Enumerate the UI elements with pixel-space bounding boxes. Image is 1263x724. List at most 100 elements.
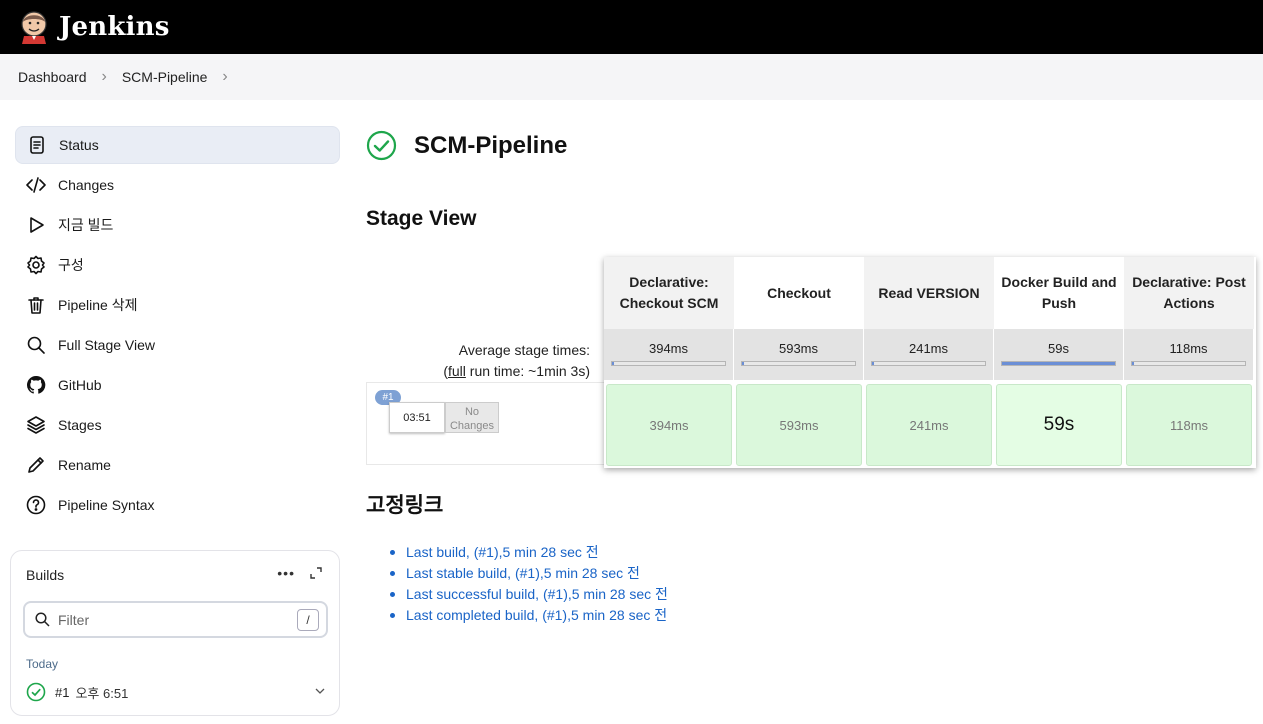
stage-average: 59s — [994, 329, 1124, 380]
stage-average-bar — [1131, 361, 1246, 366]
jenkins-logo-icon — [21, 11, 47, 44]
sidebar-item-label: Full Stage View — [58, 337, 156, 353]
list-item: Last completed build, (#1),5 min 28 sec … — [390, 605, 668, 626]
stage-column: Declarative: Checkout SCM — [604, 257, 734, 329]
sidebar-item-label: Rename — [58, 457, 111, 473]
stage-average-bar-fill — [1002, 362, 1115, 365]
stage-header: Declarative: Checkout SCM — [604, 257, 734, 329]
sidebar-item-label: GitHub — [58, 377, 102, 393]
stage-column: Docker Build and Push — [994, 257, 1124, 329]
stage-average-bar-fill — [872, 362, 875, 365]
shortcut-hint: / — [297, 609, 319, 631]
sidebar-item-delete-pipeline[interactable]: Pipeline 삭제 — [15, 286, 340, 324]
sidebar-item-build-now[interactable]: 지금 빌드 — [15, 206, 340, 244]
expand-icon[interactable] — [309, 566, 323, 580]
sidebar-item-label: 구성 — [58, 257, 84, 273]
stage-average-bar-fill — [612, 362, 615, 365]
avg-label-runtime: run time: ~1min 3s) — [465, 363, 590, 379]
stage-result-cell[interactable]: 59s — [996, 384, 1122, 466]
stage-average-bar-fill — [742, 362, 745, 365]
stage-average: 394ms — [604, 329, 734, 380]
list-item: Last build, (#1),5 min 28 sec 전 — [390, 542, 668, 563]
full-run-link[interactable]: full — [448, 363, 466, 379]
list-item: Last successful build, (#1),5 min 28 sec… — [390, 584, 668, 605]
stage-average-bar-fill — [1132, 362, 1135, 365]
play-icon — [25, 214, 47, 236]
chevron-right-icon: › — [101, 68, 107, 85]
breadcrumb-dashboard[interactable]: Dashboard — [18, 69, 87, 85]
search-icon — [35, 612, 50, 627]
sidebar-item-label: Changes — [58, 177, 115, 193]
sidebar: Status Changes 지금 빌드 구성 Pipeline 삭제 Full… — [15, 126, 340, 526]
stage-column: Declarative: Post Actions — [1124, 257, 1254, 329]
list-item: Last stable build, (#1),5 min 28 sec 전 — [390, 563, 668, 584]
help-icon — [25, 494, 47, 516]
stage-column: Checkout — [734, 257, 864, 329]
sidebar-item-label: Pipeline 삭제 — [58, 297, 138, 313]
stage-result-cell[interactable]: 118ms — [1126, 384, 1252, 466]
layers-icon — [25, 414, 47, 436]
sidebar-item-label: Status — [59, 137, 99, 153]
build-row[interactable]: #1 오후 6:51 — [26, 681, 326, 703]
stage-table: Declarative: Checkout SCM Checkout Read … — [604, 257, 1256, 468]
breadcrumb-scm-pipeline[interactable]: SCM-Pipeline — [122, 69, 208, 85]
search-icon — [25, 334, 47, 356]
success-icon — [26, 682, 46, 702]
gear-icon — [25, 254, 47, 276]
avg-label-line1: Average stage times: — [458, 342, 590, 358]
permalinks-list: Last build, (#1),5 min 28 sec 전 Last sta… — [390, 542, 668, 626]
sidebar-item-stages[interactable]: Stages — [15, 406, 340, 444]
stage-average-value: 241ms — [908, 341, 949, 356]
sidebar-item-status[interactable]: Status — [15, 126, 340, 164]
home-link[interactable]: Jenkins — [18, 10, 170, 44]
stage-average: 593ms — [734, 329, 864, 380]
github-icon — [25, 374, 47, 396]
permalink-last-successful-build[interactable]: Last successful build, (#1),5 min 28 sec… — [406, 586, 668, 602]
permalink-last-completed-build[interactable]: Last completed build, (#1),5 min 28 sec … — [406, 607, 667, 623]
stage-header: Checkout — [767, 284, 831, 301]
code-icon — [25, 174, 47, 196]
stage-average-bar — [1001, 361, 1116, 366]
average-stage-times-label: Average stage times: (full run time: ~1m… — [366, 340, 590, 382]
trash-icon — [25, 294, 47, 316]
chevron-down-icon[interactable] — [314, 685, 326, 697]
stage-average-bar — [741, 361, 856, 366]
stage-average-value: 59s — [1048, 341, 1069, 356]
stage-result-cell[interactable]: 394ms — [606, 384, 732, 466]
stage-average-bar — [871, 361, 986, 366]
stage-average-value: 593ms — [778, 341, 819, 356]
stage-result-cell[interactable]: 241ms — [866, 384, 992, 466]
sidebar-item-full-stage-view[interactable]: Full Stage View — [15, 326, 340, 364]
run-time: 03:51 — [389, 402, 445, 433]
sidebar-item-rename[interactable]: Rename — [15, 446, 340, 484]
more-options-icon[interactable]: ••• — [277, 565, 295, 581]
builds-title: Builds — [26, 567, 65, 583]
stage-result-cell[interactable]: 593ms — [736, 384, 862, 466]
stage-average-bar — [611, 361, 726, 366]
build-time: 오후 6:51 — [75, 685, 129, 701]
run-changes: No Changes — [445, 402, 499, 433]
permalink-last-build[interactable]: Last build, (#1),5 min 28 sec 전 — [406, 544, 599, 560]
stage-header: Docker Build and Push — [1001, 274, 1117, 311]
sidebar-item-github[interactable]: GitHub — [15, 366, 340, 404]
breadcrumb: Dashboard › SCM-Pipeline › — [0, 54, 1263, 100]
build-number[interactable]: #1 — [55, 685, 69, 700]
stage-header: Read VERSION — [864, 257, 994, 329]
stage-average: 241ms — [864, 329, 994, 380]
brand-name: Jenkins — [59, 12, 170, 42]
sidebar-item-pipeline-syntax[interactable]: Pipeline Syntax — [15, 486, 340, 524]
sidebar-item-configure[interactable]: 구성 — [15, 246, 340, 284]
stage-average-value: 118ms — [1169, 341, 1208, 356]
status-icon — [26, 134, 48, 156]
permalink-last-stable-build[interactable]: Last stable build, (#1),5 min 28 sec 전 — [406, 565, 640, 581]
top-bar: Jenkins — [0, 0, 1263, 54]
chevron-right-icon[interactable]: › — [222, 68, 227, 86]
pencil-icon — [25, 454, 47, 476]
stage-column: Read VERSION — [864, 257, 994, 329]
stage-average: 118ms — [1124, 329, 1254, 380]
builds-panel: Builds ••• / Today #1 오후 6:51 — [10, 550, 340, 716]
permalinks-heading: 고정링크 — [366, 494, 444, 517]
job-title-row: SCM-Pipeline — [366, 130, 567, 161]
filter-input[interactable] — [58, 611, 288, 628]
sidebar-item-changes[interactable]: Changes — [15, 166, 340, 204]
